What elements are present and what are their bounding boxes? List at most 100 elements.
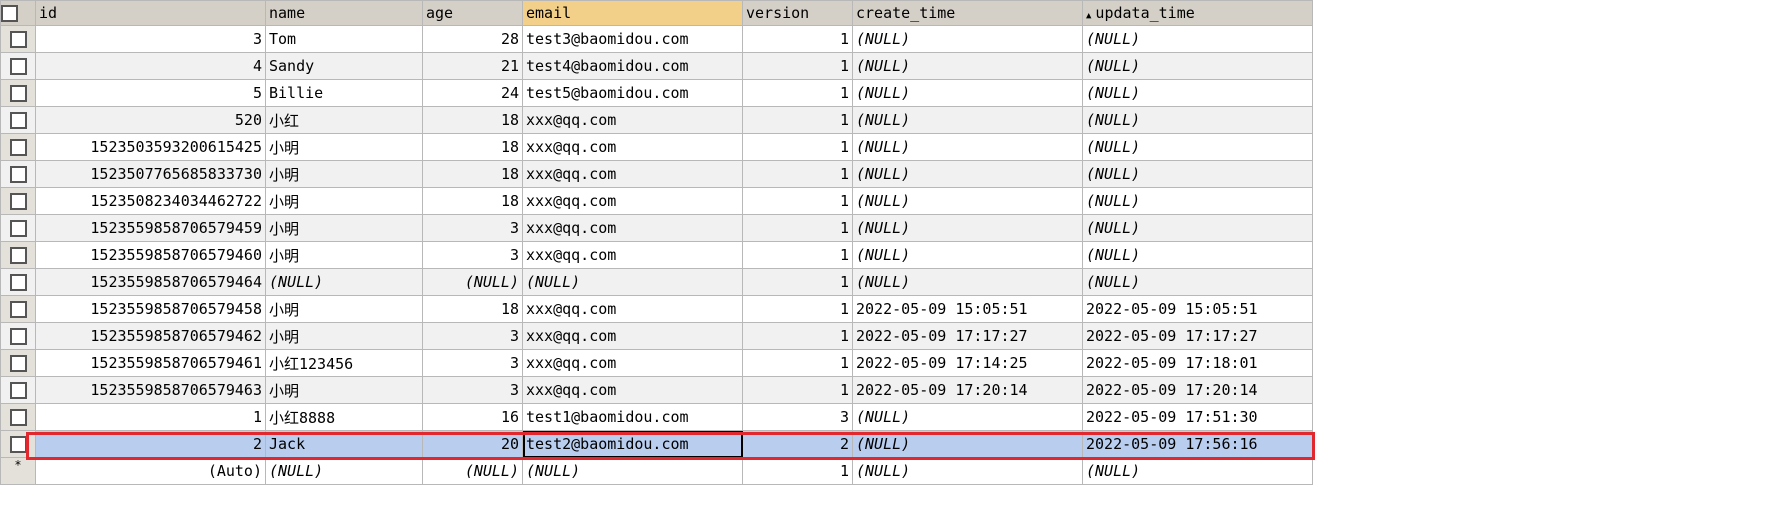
- cell-create-time[interactable]: 2022-05-09 17:20:14: [852, 376, 1083, 404]
- table-row[interactable]: 520 小红 18 xxx@qq.com 1 (NULL) (NULL): [0, 106, 1313, 134]
- cell-email[interactable]: xxx@qq.com: [522, 160, 743, 188]
- row-select-cell[interactable]: [0, 268, 36, 296]
- cell-create-time[interactable]: 2022-05-09 17:17:27: [852, 322, 1083, 350]
- cell-updata-time[interactable]: (NULL): [1082, 106, 1313, 134]
- row-select-cell[interactable]: [0, 349, 36, 377]
- cell-email[interactable]: xxx@qq.com: [522, 241, 743, 269]
- cell-id[interactable]: 5: [35, 79, 266, 107]
- cell-version[interactable]: 2: [742, 430, 853, 458]
- cell-age[interactable]: 28: [422, 25, 523, 53]
- column-header-id[interactable]: id: [35, 0, 266, 26]
- cell-name[interactable]: Sandy: [265, 52, 423, 80]
- cell-name[interactable]: 小明: [265, 214, 423, 242]
- cell-id[interactable]: 3: [35, 25, 266, 53]
- cell-version[interactable]: 1: [742, 187, 853, 215]
- cell-version[interactable]: 1: [742, 52, 853, 80]
- new-row-cell-create-time[interactable]: (NULL): [852, 457, 1083, 485]
- cell-version[interactable]: 1: [742, 214, 853, 242]
- checkbox-icon[interactable]: [9, 382, 27, 399]
- table-row[interactable]: 1523559858706579458 小明 18 xxx@qq.com 1 2022-0…: [0, 295, 1313, 323]
- column-header-email[interactable]: email: [522, 0, 743, 26]
- cell-age[interactable]: 20: [422, 430, 523, 458]
- cell-updata-time[interactable]: (NULL): [1082, 160, 1313, 188]
- table-row[interactable]: 1523559858706579464 (NULL) (NULL) (NULL) 1 (N…: [0, 268, 1313, 296]
- cell-name[interactable]: 小明: [265, 133, 423, 161]
- cell-age[interactable]: 3: [422, 322, 523, 350]
- cell-email[interactable]: xxx@qq.com: [522, 376, 743, 404]
- checkbox-icon[interactable]: [9, 139, 27, 156]
- checkbox-icon[interactable]: [9, 436, 27, 453]
- cell-id[interactable]: 1523559858706579464: [35, 268, 266, 296]
- cell-create-time[interactable]: (NULL): [852, 187, 1083, 215]
- cell-name[interactable]: 小红: [265, 106, 423, 134]
- cell-email[interactable]: xxx@qq.com: [522, 187, 743, 215]
- cell-name[interactable]: Tom: [265, 25, 423, 53]
- table-row[interactable]: 3 Tom 28 test3@baomidou.com 1 (NULL) (NULL): [0, 25, 1313, 53]
- cell-updata-time[interactable]: (NULL): [1082, 133, 1313, 161]
- cell-name[interactable]: 小明: [265, 295, 423, 323]
- cell-updata-time[interactable]: 2022-05-09 17:20:14: [1082, 376, 1313, 404]
- cell-updata-time[interactable]: (NULL): [1082, 79, 1313, 107]
- table-row[interactable]: 1523559858706579461 小红123456 3 xxx@qq.com 1 2…: [0, 349, 1313, 377]
- checkbox-icon[interactable]: [9, 193, 27, 210]
- cell-version[interactable]: 1: [742, 241, 853, 269]
- row-select-cell[interactable]: [0, 403, 36, 431]
- cell-create-time[interactable]: (NULL): [852, 79, 1083, 107]
- row-select-cell[interactable]: [0, 376, 36, 404]
- cell-updata-time[interactable]: 2022-05-09 15:05:51: [1082, 295, 1313, 323]
- table-row[interactable]: 2 Jack 20 test2@baomidou.com 2 (NULL) 2022-05-…: [0, 430, 1313, 458]
- cell-create-time[interactable]: 2022-05-09 17:14:25: [852, 349, 1083, 377]
- cell-version[interactable]: 1: [742, 106, 853, 134]
- column-header-version[interactable]: version: [742, 0, 853, 26]
- checkbox-icon[interactable]: [9, 247, 27, 264]
- cell-id[interactable]: 1523559858706579459: [35, 214, 266, 242]
- row-select-cell[interactable]: [0, 430, 36, 458]
- cell-version[interactable]: 1: [742, 322, 853, 350]
- cell-id[interactable]: 1: [35, 403, 266, 431]
- cell-email[interactable]: xxx@qq.com: [522, 322, 743, 350]
- cell-id[interactable]: 1523507765685833730: [35, 160, 266, 188]
- checkbox-icon[interactable]: [9, 166, 27, 183]
- checkbox-icon[interactable]: [9, 355, 27, 372]
- cell-version[interactable]: 3: [742, 403, 853, 431]
- column-header-age[interactable]: age: [422, 0, 523, 26]
- row-select-cell[interactable]: [0, 133, 36, 161]
- cell-id[interactable]: 1523503593200615425: [35, 133, 266, 161]
- cell-updata-time[interactable]: (NULL): [1082, 25, 1313, 53]
- cell-email[interactable]: test2@baomidou.com: [522, 430, 743, 458]
- select-all-checkbox[interactable]: [0, 0, 36, 26]
- table-row[interactable]: 1523559858706579462 小明 3 xxx@qq.com 1 2022-05…: [0, 322, 1313, 350]
- cell-age[interactable]: 3: [422, 214, 523, 242]
- cell-version[interactable]: 1: [742, 79, 853, 107]
- new-row-cell-age[interactable]: (NULL): [422, 457, 523, 485]
- cell-updata-time[interactable]: (NULL): [1082, 268, 1313, 296]
- cell-age[interactable]: 18: [422, 295, 523, 323]
- cell-age[interactable]: (NULL): [422, 268, 523, 296]
- cell-id[interactable]: 2: [35, 430, 266, 458]
- cell-create-time[interactable]: (NULL): [852, 106, 1083, 134]
- column-header-name[interactable]: name: [265, 0, 423, 26]
- cell-email[interactable]: test4@baomidou.com: [522, 52, 743, 80]
- cell-create-time[interactable]: (NULL): [852, 52, 1083, 80]
- checkbox-icon[interactable]: [9, 409, 27, 426]
- row-select-cell[interactable]: [0, 52, 36, 80]
- cell-version[interactable]: 1: [742, 25, 853, 53]
- cell-name[interactable]: 小明: [265, 160, 423, 188]
- row-select-cell[interactable]: [0, 79, 36, 107]
- row-select-cell[interactable]: [0, 214, 36, 242]
- cell-create-time[interactable]: (NULL): [852, 25, 1083, 53]
- cell-updata-time[interactable]: 2022-05-09 17:17:27: [1082, 322, 1313, 350]
- checkbox-icon[interactable]: [1, 5, 18, 22]
- cell-create-time[interactable]: (NULL): [852, 430, 1083, 458]
- cell-updata-time[interactable]: (NULL): [1082, 187, 1313, 215]
- cell-age[interactable]: 3: [422, 376, 523, 404]
- cell-age[interactable]: 3: [422, 349, 523, 377]
- checkbox-icon[interactable]: [9, 220, 27, 237]
- checkbox-icon[interactable]: [9, 31, 27, 48]
- cell-id[interactable]: 1523559858706579461: [35, 349, 266, 377]
- cell-updata-time[interactable]: (NULL): [1082, 241, 1313, 269]
- cell-version[interactable]: 1: [742, 376, 853, 404]
- table-row[interactable]: 1523559858706579459 小明 3 xxx@qq.com 1 (NULL)(…: [0, 214, 1313, 242]
- cell-name[interactable]: 小明: [265, 241, 423, 269]
- cell-age[interactable]: 16: [422, 403, 523, 431]
